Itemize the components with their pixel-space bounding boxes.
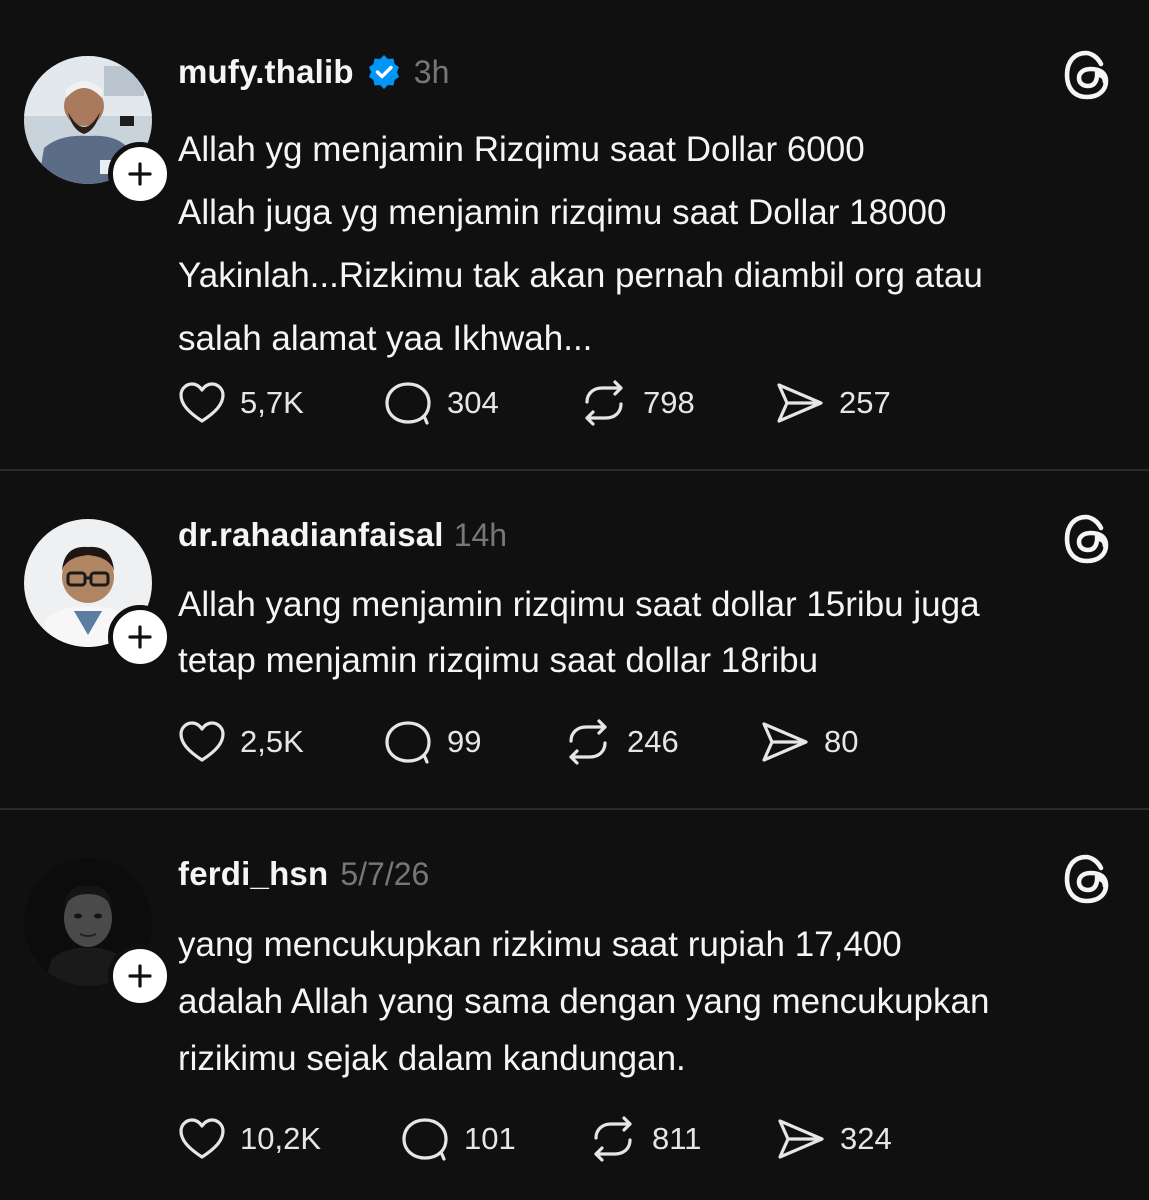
- post-text-line: rizikimu sejak dalam kandungan.: [178, 1039, 686, 1078]
- send-icon: [777, 383, 823, 423]
- post-text-line: salah alamat yaa Ikhwah...: [178, 319, 593, 358]
- comment-icon: [385, 721, 431, 764]
- send-icon: [762, 722, 808, 762]
- reply-button[interactable]: 304: [383, 380, 579, 426]
- post-time: 5/7/26: [340, 855, 430, 892]
- like-button[interactable]: 5,7K: [178, 381, 383, 425]
- reply-count: 304: [447, 385, 499, 420]
- action-bar: 2,5K 99 246 80: [178, 719, 920, 765]
- heart-icon: [179, 382, 225, 423]
- share-button[interactable]: 80: [760, 720, 920, 764]
- reply-button[interactable]: 101: [400, 1116, 588, 1162]
- reply-count: 101: [464, 1121, 516, 1156]
- repost-icon: [569, 719, 607, 765]
- threads-logo-icon[interactable]: [1060, 852, 1114, 906]
- avatar-wrap: [24, 858, 172, 1008]
- threads-logo-icon[interactable]: [1060, 512, 1114, 566]
- verified-badge-icon: [368, 55, 399, 89]
- username[interactable]: ferdi_hsn: [178, 855, 328, 893]
- heart-icon: [179, 721, 225, 762]
- repost-count: 798: [643, 385, 695, 420]
- share-count: 80: [824, 724, 859, 759]
- follow-button[interactable]: [108, 944, 172, 1008]
- repost-button[interactable]: 811: [588, 1116, 776, 1162]
- post-text-line: adalah Allah yang sama dengan yang mencu…: [178, 982, 990, 1021]
- post-mufy-thalib[interactable]: mufy.thalib 3h Allah yg menjamin Rizqimu…: [0, 0, 1149, 470]
- action-bar: 5,7K 304 798 257: [178, 380, 955, 426]
- post-time: 14h: [453, 516, 508, 553]
- share-count: 257: [839, 385, 891, 420]
- like-button[interactable]: 2,5K: [178, 720, 383, 764]
- repost-button[interactable]: 798: [579, 380, 775, 426]
- avatar-wrap: [24, 519, 172, 669]
- like-button[interactable]: 10,2K: [178, 1117, 400, 1161]
- post-time: 3h: [413, 53, 450, 90]
- like-count: 5,7K: [240, 385, 304, 420]
- repost-icon: [585, 380, 623, 426]
- post-text-line: Allah yg menjamin Rizqimu saat Dollar 60…: [178, 130, 865, 169]
- send-icon: [778, 1119, 824, 1159]
- username[interactable]: mufy.thalib: [178, 53, 354, 91]
- share-count: 324: [840, 1121, 892, 1156]
- post-header: ferdi_hsn 5/7/26: [178, 854, 429, 894]
- comment-icon: [402, 1118, 448, 1161]
- share-button[interactable]: 257: [775, 381, 955, 425]
- follow-button[interactable]: [108, 605, 172, 669]
- plus-icon: [128, 625, 152, 649]
- threads-feed: mufy.thalib 3h Allah yg menjamin Rizqimu…: [0, 0, 1149, 1200]
- follow-button[interactable]: [108, 142, 172, 206]
- comment-icon: [385, 382, 431, 425]
- post-text-line: Yakinlah...Rizkimu tak akan pernah diamb…: [178, 256, 983, 295]
- post-ferdi-hsn[interactable]: ferdi_hsn 5/7/26 yang mencukupkan rizkim…: [0, 810, 1149, 1200]
- reply-count: 99: [447, 724, 482, 759]
- reply-button[interactable]: 99: [383, 719, 563, 765]
- share-button[interactable]: 324: [776, 1117, 956, 1161]
- action-bar: 10,2K 101 811 324: [178, 1116, 956, 1162]
- post-header: dr.rahadianfaisal 14h: [178, 515, 507, 555]
- like-count: 10,2K: [240, 1121, 322, 1156]
- post-text-line: Allah yang menjamin rizqimu saat dollar …: [178, 585, 980, 624]
- threads-logo-icon[interactable]: [1060, 48, 1114, 102]
- post-text: Allah yang menjamin rizqimu saat dollar …: [178, 577, 1118, 689]
- post-text-line: yang mencukupkan rizkimu saat rupiah 17,…: [178, 925, 902, 964]
- avatar-wrap: [24, 56, 172, 206]
- post-text-line: Allah juga yg menjamin rizqimu saat Doll…: [178, 193, 947, 232]
- repost-button[interactable]: 246: [563, 719, 760, 765]
- post-dr-rahadianfaisal[interactable]: dr.rahadianfaisal 14h Allah yang menjami…: [0, 471, 1149, 809]
- plus-icon: [128, 964, 152, 988]
- post-text: yang mencukupkan rizkimu saat rupiah 17,…: [178, 916, 1118, 1087]
- repost-count: 811: [652, 1121, 702, 1156]
- like-count: 2,5K: [240, 724, 304, 759]
- username[interactable]: dr.rahadianfaisal: [178, 516, 444, 554]
- repost-count: 246: [627, 724, 679, 759]
- post-text: Allah yg menjamin Rizqimu saat Dollar 60…: [178, 118, 1118, 370]
- post-text-line: tetap menjamin rizqimu saat dollar 18rib…: [178, 641, 819, 680]
- heart-icon: [179, 1118, 225, 1159]
- post-header: mufy.thalib 3h: [178, 52, 449, 92]
- plus-icon: [128, 162, 152, 186]
- repost-icon: [594, 1116, 632, 1162]
